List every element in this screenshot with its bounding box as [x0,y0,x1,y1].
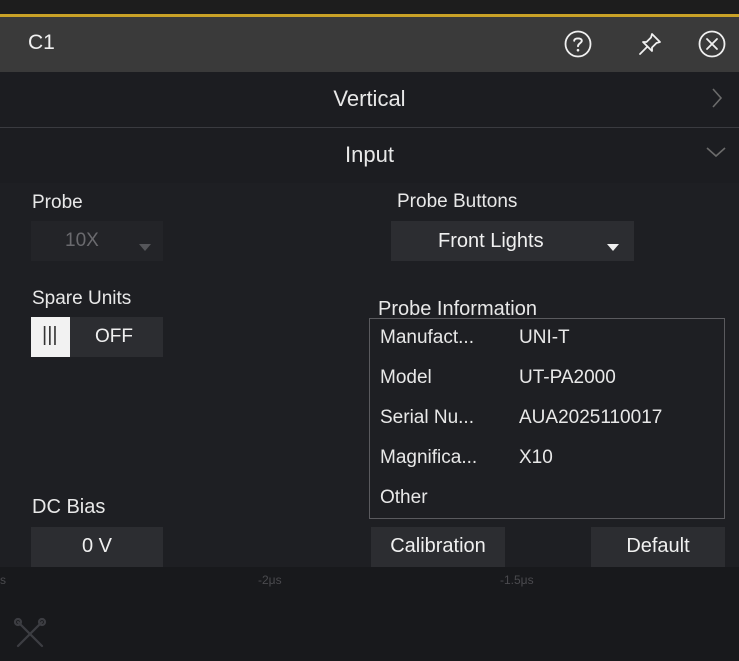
default-button[interactable]: Default [591,527,725,567]
section-input-label: Input [345,142,394,167]
chevron-down-icon [705,145,727,164]
table-row: Other [370,479,724,519]
default-button-label: Default [626,535,690,557]
probe-buttons-select[interactable]: Front Lights [391,221,634,261]
caret-down-icon [139,238,151,256]
pin-icon[interactable] [635,29,665,59]
chevron-right-icon [711,87,723,114]
panel-titlebar[interactable]: C1 [0,17,739,72]
info-key: Magnifica... [380,447,478,468]
probe-buttons-label: Probe Buttons [397,191,518,212]
dc-bias-input[interactable]: 0 V [31,527,163,567]
section-vertical[interactable]: Vertical [0,72,739,128]
axis-label: -1.5μs [500,573,534,587]
table-row: Serial Nu... AUA2025110017 [370,399,724,439]
table-row: Manufact... UNI-T [370,319,724,359]
table-row: Model UT-PA2000 [370,359,724,399]
probe-buttons-select-value: Front Lights [438,230,544,252]
info-value: UNI-T [519,327,570,348]
toggle-knob: ||| [31,317,70,357]
info-key: Serial Nu... [380,407,474,428]
table-row: Magnifica... X10 [370,439,724,479]
spare-units-label: Spare Units [32,288,132,309]
probe-select-value: 10X [65,230,99,251]
background-scope-area: s -2μs -1.5μs [0,567,739,661]
crossed-tools-icon [12,616,48,657]
axis-label: -2μs [258,573,282,587]
dc-bias-label: DC Bias [32,496,106,518]
probe-label: Probe [32,192,83,213]
info-value: AUA2025110017 [519,407,663,428]
panel-title: C1 [28,31,55,54]
close-icon[interactable] [697,29,727,59]
toggle-grip-icon: ||| [42,324,58,346]
background-scope-strip [0,0,739,14]
calibration-button[interactable]: Calibration [371,527,505,567]
info-key: Model [380,367,432,388]
spare-units-toggle[interactable]: ||| OFF [31,317,163,357]
spare-units-state: OFF [95,326,133,347]
info-key: Other [380,487,428,508]
probe-info-table: Manufact... UNI-T Model UT-PA2000 Serial… [369,318,725,519]
help-icon[interactable] [563,29,593,59]
channel-settings-panel: C1 Vertical Input Probe 10X Probe Button… [0,14,739,661]
info-value: X10 [519,447,553,468]
dc-bias-value: 0 V [81,535,113,557]
section-vertical-label: Vertical [333,86,406,111]
info-value: UT-PA2000 [519,367,616,388]
calibration-button-label: Calibration [390,535,486,557]
input-content: Probe 10X Probe Buttons Front Lights Spa… [0,183,739,661]
axis-label: s [0,573,6,587]
info-key: Manufact... [380,327,474,348]
caret-down-icon [607,238,619,256]
probe-select[interactable]: 10X [31,221,163,261]
section-input[interactable]: Input [0,128,739,183]
